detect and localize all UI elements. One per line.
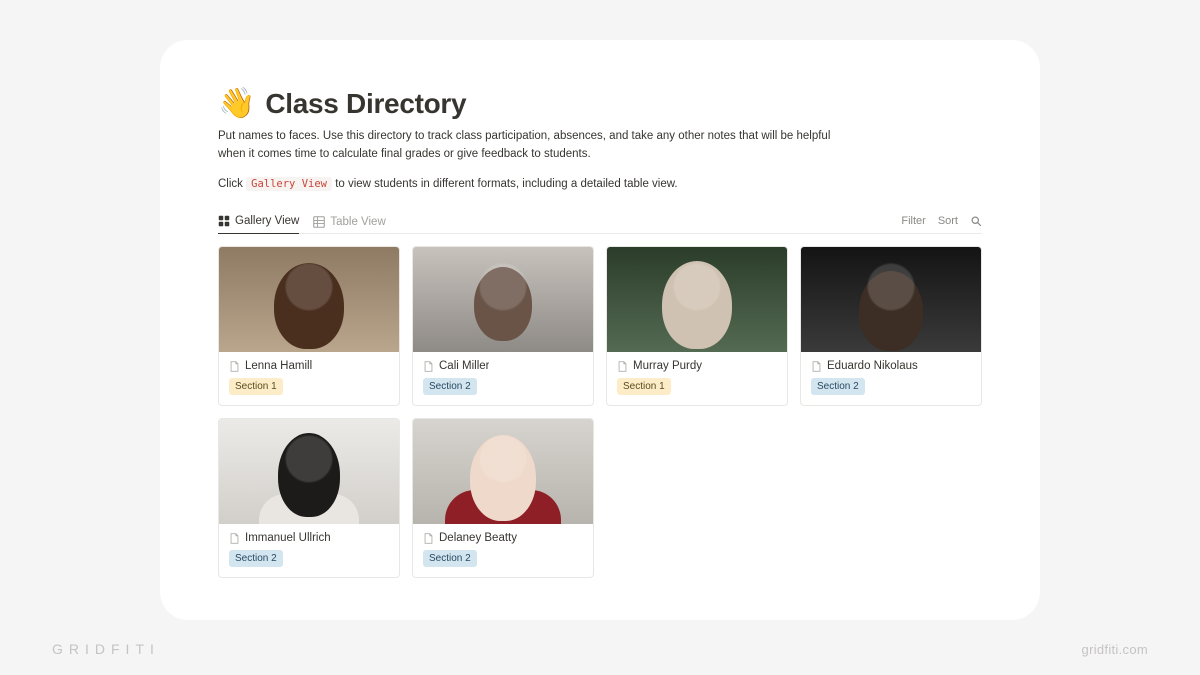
- page-icon: [811, 361, 822, 372]
- section-tag: Section 1: [617, 378, 671, 395]
- student-photo: [219, 247, 399, 352]
- view-toolbar: Gallery View Table View Filter Sort: [218, 215, 982, 234]
- student-card[interactable]: Cali Miller Section 2: [412, 246, 594, 406]
- hint-suffix: to view students in different formats, i…: [335, 178, 677, 190]
- student-name: Lenna Hamill: [245, 360, 312, 372]
- page-title: Class Directory: [265, 88, 466, 120]
- card-body: Murray Purdy Section 1: [607, 352, 787, 405]
- student-card[interactable]: Eduardo Nikolaus Section 2: [800, 246, 982, 406]
- search-icon[interactable]: [970, 215, 982, 227]
- gallery-icon: [218, 215, 230, 227]
- student-card[interactable]: Immanuel Ullrich Section 2: [218, 418, 400, 578]
- student-photo: [413, 247, 593, 352]
- section-tag: Section 2: [811, 378, 865, 395]
- view-tabs: Gallery View Table View: [218, 215, 386, 233]
- page-title-row: 👋 Class Directory: [218, 88, 982, 120]
- filter-button[interactable]: Filter: [901, 215, 925, 227]
- tab-label: Table View: [330, 216, 385, 228]
- card-body: Eduardo Nikolaus Section 2: [801, 352, 981, 405]
- section-tag: Section 1: [229, 378, 283, 395]
- section-tag: Section 2: [423, 378, 477, 395]
- tab-table-view[interactable]: Table View: [313, 215, 385, 234]
- page-icon: [617, 361, 628, 372]
- student-photo: [413, 419, 593, 524]
- hint-prefix: Click: [218, 178, 246, 190]
- table-icon: [313, 216, 325, 228]
- sort-button[interactable]: Sort: [938, 215, 958, 227]
- page-hint: Click Gallery View to view students in d…: [218, 176, 858, 194]
- page-icon: [229, 533, 240, 544]
- card-body: Cali Miller Section 2: [413, 352, 593, 405]
- student-name: Delaney Beatty: [439, 532, 517, 544]
- section-tag: Section 2: [423, 550, 477, 567]
- student-card[interactable]: Murray Purdy Section 1: [606, 246, 788, 406]
- hint-code: Gallery View: [246, 177, 332, 191]
- brand-logo: GRIDFITI: [52, 641, 160, 657]
- student-card[interactable]: Delaney Beatty Section 2: [412, 418, 594, 578]
- section-tag: Section 2: [229, 550, 283, 567]
- student-photo: [607, 247, 787, 352]
- student-photo: [219, 419, 399, 524]
- student-name: Eduardo Nikolaus: [827, 360, 918, 372]
- student-photo: [801, 247, 981, 352]
- page-description: Put names to faces. Use this directory t…: [218, 128, 858, 164]
- student-name: Murray Purdy: [633, 360, 702, 372]
- student-name: Immanuel Ullrich: [245, 532, 331, 544]
- page-icon: [423, 361, 434, 372]
- card-body: Delaney Beatty Section 2: [413, 524, 593, 577]
- app-window: 👋 Class Directory Put names to faces. Us…: [160, 40, 1040, 620]
- page-icon: [229, 361, 240, 372]
- student-name: Cali Miller: [439, 360, 489, 372]
- card-body: Immanuel Ullrich Section 2: [219, 524, 399, 577]
- page-icon: [423, 533, 434, 544]
- card-body: Lenna Hamill Section 1: [219, 352, 399, 405]
- page-emoji: 👋: [218, 89, 255, 119]
- student-card[interactable]: Lenna Hamill Section 1: [218, 246, 400, 406]
- toolbar-right: Filter Sort: [901, 215, 982, 233]
- tab-gallery-view[interactable]: Gallery View: [218, 215, 299, 234]
- tab-label: Gallery View: [235, 215, 299, 227]
- brand-url: gridfiti.com: [1082, 642, 1148, 657]
- gallery-grid: Lenna Hamill Section 1 Cali Miller Secti…: [218, 246, 982, 578]
